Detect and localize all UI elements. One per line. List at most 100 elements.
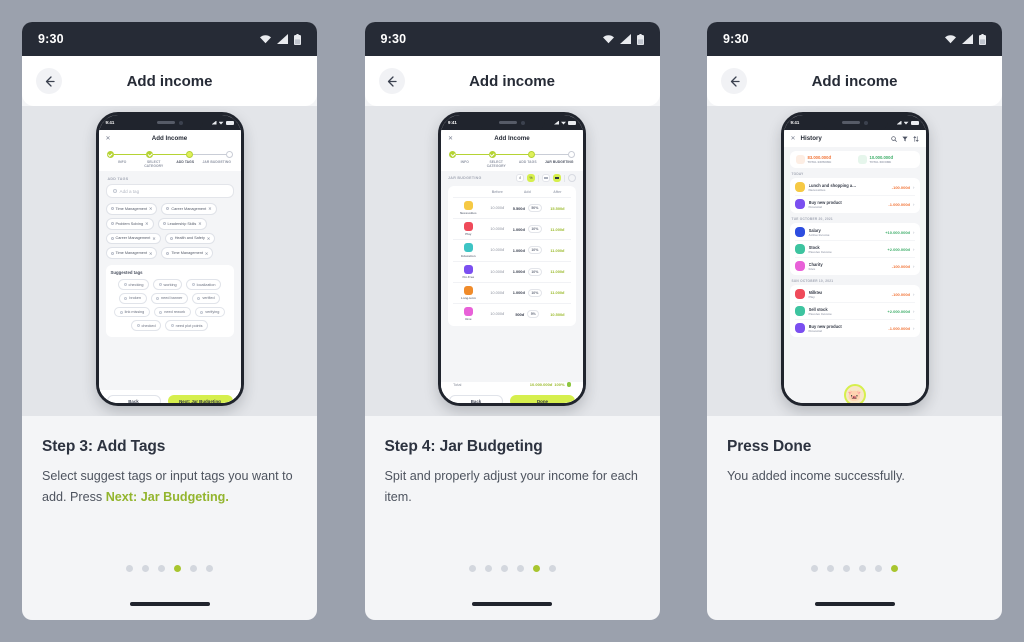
summary-income[interactable]: 10.000.000đ TOTAL INCOME	[855, 155, 917, 164]
jar-icon	[463, 264, 473, 274]
jar-name: Education	[461, 253, 476, 258]
list-item[interactable]: Buy new product Financial -1.000.000đ ›	[794, 195, 915, 212]
step-dot-add-tags[interactable]	[185, 151, 193, 158]
panel-step3: 9:30 Add income 9:41 ✕ Add Income INFO S…	[22, 22, 317, 620]
mock-footer: Back Done	[441, 390, 583, 403]
list-item[interactable]: Buy new product Financial -1.000.000đ ›	[794, 319, 915, 336]
back-button[interactable]	[378, 68, 405, 94]
back-button[interactable]: Back	[449, 395, 503, 403]
summary-expense[interactable]: 83.000.000đ TOTAL EXPENSE	[793, 155, 855, 164]
sort-icon[interactable]	[912, 135, 919, 142]
step-dot-add-tags[interactable]	[528, 151, 536, 158]
tag-input[interactable]: Add a tag	[105, 184, 234, 198]
cell-before: 10.000đ	[490, 269, 505, 274]
dot[interactable]	[875, 565, 882, 572]
back-button[interactable]	[721, 68, 747, 94]
dot-active[interactable]	[891, 565, 898, 572]
suggested-chip[interactable]: need banner	[150, 292, 188, 304]
done-button[interactable]: Done	[510, 395, 575, 403]
suggested-chip[interactable]: link missing	[114, 306, 150, 318]
close-icon[interactable]: ✕	[152, 236, 155, 241]
tag-chip[interactable]: Time Management ✕	[105, 203, 158, 215]
step-dot-select-category[interactable]	[488, 151, 496, 158]
suggested-chip[interactable]: need plot points	[165, 320, 208, 332]
search-icon[interactable]	[890, 135, 897, 142]
list-item[interactable]: Stock Passive Income +2.000.000đ ›	[794, 240, 915, 257]
cell-pct[interactable]: 10%	[527, 288, 542, 297]
suggested-label: need banner	[161, 296, 183, 301]
close-icon[interactable]: ✕	[208, 206, 211, 211]
tag-chip[interactable]: Leadership Skills ✕	[157, 217, 207, 230]
percent-toggle[interactable]: %	[527, 174, 535, 182]
step-dot-info[interactable]	[106, 151, 114, 158]
dot[interactable]	[126, 565, 133, 572]
table-row[interactable]: Education 10.000đ 1.000đ 10% 11.000đ	[453, 239, 571, 260]
close-icon[interactable]: ✕	[791, 135, 796, 142]
close-icon[interactable]: ✕	[149, 251, 152, 256]
tag-chip[interactable]: Career Management ✕	[161, 203, 217, 215]
table-row[interactable]: Necessities 10.000đ 5.500đ 50% 15.500đ	[453, 197, 571, 218]
suggested-chip[interactable]: working	[153, 279, 183, 290]
dot[interactable]	[516, 565, 524, 572]
filter-icon[interactable]	[901, 136, 908, 142]
tag-chip[interactable]: Time Management ✕	[161, 247, 214, 260]
list-item[interactable]: Lunch and shopping a… Necessities -100.00…	[794, 179, 915, 195]
back-button[interactable]: Back	[106, 395, 161, 403]
suggested-chip[interactable]: broken	[118, 292, 147, 304]
suggested-chip[interactable]: localization	[186, 279, 221, 290]
cell-pct[interactable]: 10%	[527, 246, 542, 255]
suggested-chip[interactable]: checking	[118, 279, 150, 290]
cell-pct[interactable]: 10%	[527, 225, 542, 234]
back-button[interactable]	[36, 68, 62, 94]
dot[interactable]	[158, 565, 165, 572]
tx-amount: +2.000.000đ	[887, 246, 910, 252]
tag-chip[interactable]: Career Management ✕	[105, 232, 161, 245]
table-row[interactable]: Long-term 10.000đ 1.000đ 10% 11.000đ	[453, 281, 571, 303]
close-icon[interactable]: ✕	[198, 221, 201, 226]
tag-chip[interactable]: Health and Safety ✕	[164, 232, 216, 245]
dot[interactable]	[827, 565, 834, 572]
suggested-chip[interactable]: checked	[131, 320, 162, 332]
dot[interactable]	[843, 565, 850, 572]
step-dot-select-category[interactable]	[146, 151, 154, 158]
cell-pct[interactable]: 50%	[527, 204, 542, 213]
list-item[interactable]: Milktea Play -100.000đ ›	[794, 286, 915, 302]
close-icon[interactable]: ✕	[145, 221, 148, 226]
wifi-icon	[260, 35, 271, 44]
cell-pct[interactable]: 5%	[527, 310, 540, 319]
dot-active[interactable]	[174, 565, 181, 572]
close-icon[interactable]: ✕	[205, 251, 208, 256]
suggested-chip[interactable]: need rework	[153, 306, 191, 318]
step-dot-info[interactable]	[449, 151, 456, 158]
next-button[interactable]: Next: Jar Budgeting	[167, 395, 233, 403]
close-icon[interactable]: ✕	[207, 236, 210, 241]
dot[interactable]	[468, 565, 476, 572]
dot[interactable]	[548, 565, 556, 572]
dot[interactable]	[811, 565, 818, 572]
dot[interactable]	[142, 565, 149, 572]
dot[interactable]	[500, 565, 508, 572]
list-item[interactable]: Charity Give -100.000đ ›	[794, 257, 915, 274]
tag-chip[interactable]: Time Management ✕	[105, 247, 158, 260]
chart-view-icon[interactable]	[568, 174, 576, 182]
step-dot-jar-budgeting[interactable]	[568, 151, 576, 158]
suggested-chip[interactable]: verifying	[194, 306, 225, 318]
step-dot-jar-budgeting[interactable]	[225, 151, 233, 158]
table-row[interactable]: Play 10.000đ 1.000đ 10% 11.000đ	[453, 218, 571, 239]
cell-pct[interactable]: 10%	[527, 267, 542, 276]
suggested-chip[interactable]: verified	[191, 292, 221, 304]
dot-active[interactable]	[532, 565, 540, 572]
list-view-icon[interactable]	[542, 174, 550, 182]
dot[interactable]	[206, 565, 213, 572]
tag-chip[interactable]: Problem Solving ✕	[105, 217, 154, 230]
table-row[interactable]: Fin.Free 10.000đ 1.000đ 10% 11.000đ	[453, 260, 571, 282]
grid-view-icon[interactable]	[553, 174, 561, 182]
list-item[interactable]: Salary Active Income +10.000.000đ ›	[794, 224, 915, 240]
table-row[interactable]: Give 10.000đ 500đ 5% 10.500đ	[453, 302, 571, 324]
dot[interactable]	[190, 565, 197, 572]
close-icon[interactable]: ✕	[149, 206, 152, 211]
currency-toggle[interactable]: đ	[516, 174, 524, 182]
dot[interactable]	[484, 565, 492, 572]
list-item[interactable]: Sell stock Passive Income +2.000.000đ ›	[794, 302, 915, 319]
dot[interactable]	[859, 565, 866, 572]
